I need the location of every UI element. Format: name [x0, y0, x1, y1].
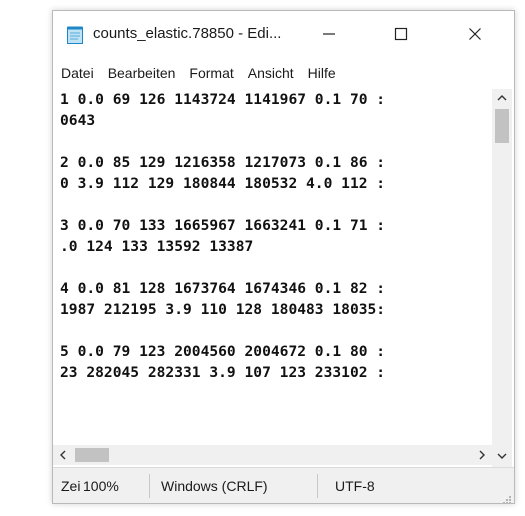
status-cursor-position: Zei	[61, 478, 81, 494]
notepad-window: counts_elastic.78850 - Edi... Datei Bear…	[52, 10, 515, 504]
maximize-icon	[394, 27, 408, 41]
menu-hilfe[interactable]: Hilfe	[308, 65, 336, 81]
editor-line: 4 0.0 81 128 1673764 1674346 0.1 82 :	[60, 280, 386, 297]
chevron-left-icon	[60, 450, 66, 460]
scroll-left-button[interactable]	[53, 445, 73, 465]
editor-line: 5 0.0 79 123 2004560 2004672 0.1 80 :	[60, 343, 386, 360]
close-icon	[469, 28, 481, 40]
menu-datei[interactable]: Datei	[61, 65, 94, 81]
scroll-up-button[interactable]	[492, 89, 512, 107]
chevron-right-icon	[479, 450, 485, 460]
vertical-scrollbar[interactable]	[492, 89, 512, 465]
editor-line: 1987 212195 3.9 110 128 180483 18035:	[60, 301, 386, 318]
chevron-up-icon	[497, 95, 507, 101]
close-button[interactable]	[451, 17, 499, 51]
vertical-scroll-thumb[interactable]	[495, 109, 509, 143]
menu-bearbeiten[interactable]: Bearbeiten	[108, 65, 176, 81]
editor-line: 1 0.0 69 126 1143724 1141967 0.1 70 :	[60, 91, 386, 108]
editor-line: 0643	[60, 112, 96, 129]
resize-grip-icon[interactable]	[502, 492, 512, 503]
title-bar[interactable]: counts_elastic.78850 - Edi...	[53, 11, 514, 57]
text-editor-area[interactable]: 1 0.0 69 126 1143724 1141967 0.1 70 : 06…	[60, 89, 490, 445]
minimize-icon	[323, 33, 335, 35]
status-encoding: UTF-8	[335, 478, 375, 494]
horizontal-scroll-thumb[interactable]	[75, 448, 109, 462]
editor-line: 23 282045 282331 3.9 107 123 233102 :	[60, 364, 386, 381]
status-divider	[317, 474, 318, 498]
menu-ansicht[interactable]: Ansicht	[248, 65, 294, 81]
scroll-right-button[interactable]	[472, 445, 492, 465]
window-title: counts_elastic.78850 - Edi...	[93, 25, 282, 42]
editor-line: .0 124 133 13592 13387	[60, 238, 254, 255]
menu-format[interactable]: Format	[189, 65, 233, 81]
menu-bar: Datei Bearbeiten Format Ansicht Hilfe	[53, 61, 514, 85]
horizontal-scrollbar[interactable]	[53, 445, 492, 465]
editor-line: 0 3.9 112 129 180844 180532 4.0 112 :	[60, 175, 386, 192]
editor-line: 3 0.0 70 133 1665967 1663241 0.1 71 :	[60, 217, 386, 234]
editor-line: 2 0.0 85 129 1216358 1217073 0.1 86 :	[60, 154, 386, 171]
status-line-ending: Windows (CRLF)	[161, 478, 268, 494]
status-zoom: 100%	[83, 478, 119, 494]
chevron-down-icon	[497, 453, 507, 459]
status-divider	[149, 474, 150, 498]
minimize-button[interactable]	[305, 17, 353, 51]
maximize-button[interactable]	[377, 17, 425, 51]
status-bar: Zei 100% Windows (CRLF) UTF-8	[53, 467, 514, 503]
notepad-icon	[67, 26, 83, 44]
scroll-down-button[interactable]	[492, 447, 512, 465]
